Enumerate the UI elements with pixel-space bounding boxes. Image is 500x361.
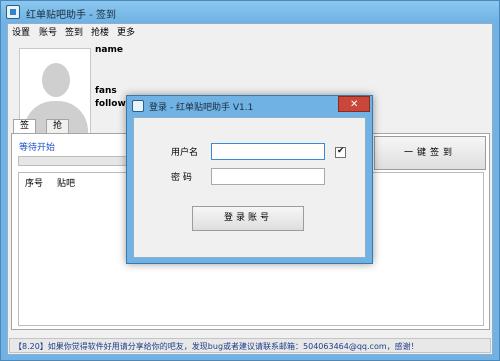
dialog-title: 登录 - 红单贴吧助手 V1.1	[149, 103, 254, 113]
column-index[interactable]: 序号	[25, 176, 43, 189]
menu-item-grab[interactable]: 抢楼	[91, 25, 109, 38]
status-text: 等待开始	[19, 143, 56, 153]
title-bar[interactable]: 红单贴吧助手 - 签到	[1, 1, 499, 23]
menu-item-account[interactable]: 账号	[39, 25, 57, 38]
username-label: 用户名	[171, 148, 199, 158]
dialog-body: 用户名 ✔ 密 码 登录账号	[133, 117, 366, 258]
close-icon: ✕	[350, 99, 359, 110]
progress-bar	[18, 156, 135, 166]
remember-checkbox[interactable]: ✔	[335, 146, 346, 158]
notice-bar: 【8.20】如果你觉得软件好用请分享给你的吧友，发现bug或者建议请联系邮箱：5…	[9, 338, 491, 353]
password-field[interactable]	[211, 168, 325, 185]
password-label: 密 码	[171, 173, 192, 183]
one-click-sign-button[interactable]: 一键签到	[374, 136, 486, 170]
profile-follow: follow	[95, 99, 126, 109]
dialog-app-icon	[132, 100, 144, 112]
menu-item-more[interactable]: 更多	[117, 25, 135, 38]
login-dialog: 登录 - 红单贴吧助手 V1.1 ✕ 用户名 ✔ 密 码 登录账号	[126, 95, 373, 264]
window-title: 红单贴吧助手 - 签到	[26, 10, 116, 21]
tab-sign[interactable]: 签到	[13, 119, 37, 144]
close-button[interactable]: ✕	[338, 96, 370, 112]
menu-item-sign[interactable]: 签到	[65, 25, 83, 38]
tab-grab[interactable]: 抢楼	[46, 119, 70, 144]
checkmark-icon: ✔	[337, 146, 345, 156]
notice-text: 【8.20】如果你觉得软件好用请分享给你的吧友，发现bug或者建议请联系邮箱：5…	[14, 342, 419, 351]
profile-name: name	[95, 45, 123, 55]
avatar-head-shape	[42, 63, 70, 97]
dialog-title-bar[interactable]: 登录 - 红单贴吧助手 V1.1 ✕	[127, 96, 372, 116]
app-icon	[6, 5, 20, 19]
column-tieba[interactable]: 贴吧	[57, 176, 75, 189]
username-field[interactable]	[211, 143, 325, 160]
profile-fans: fans	[95, 86, 117, 96]
menu-bar: 设置 账号 签到 抢楼 更多	[8, 24, 492, 38]
menu-item-settings[interactable]: 设置	[12, 25, 30, 38]
login-button[interactable]: 登录账号	[192, 206, 304, 231]
